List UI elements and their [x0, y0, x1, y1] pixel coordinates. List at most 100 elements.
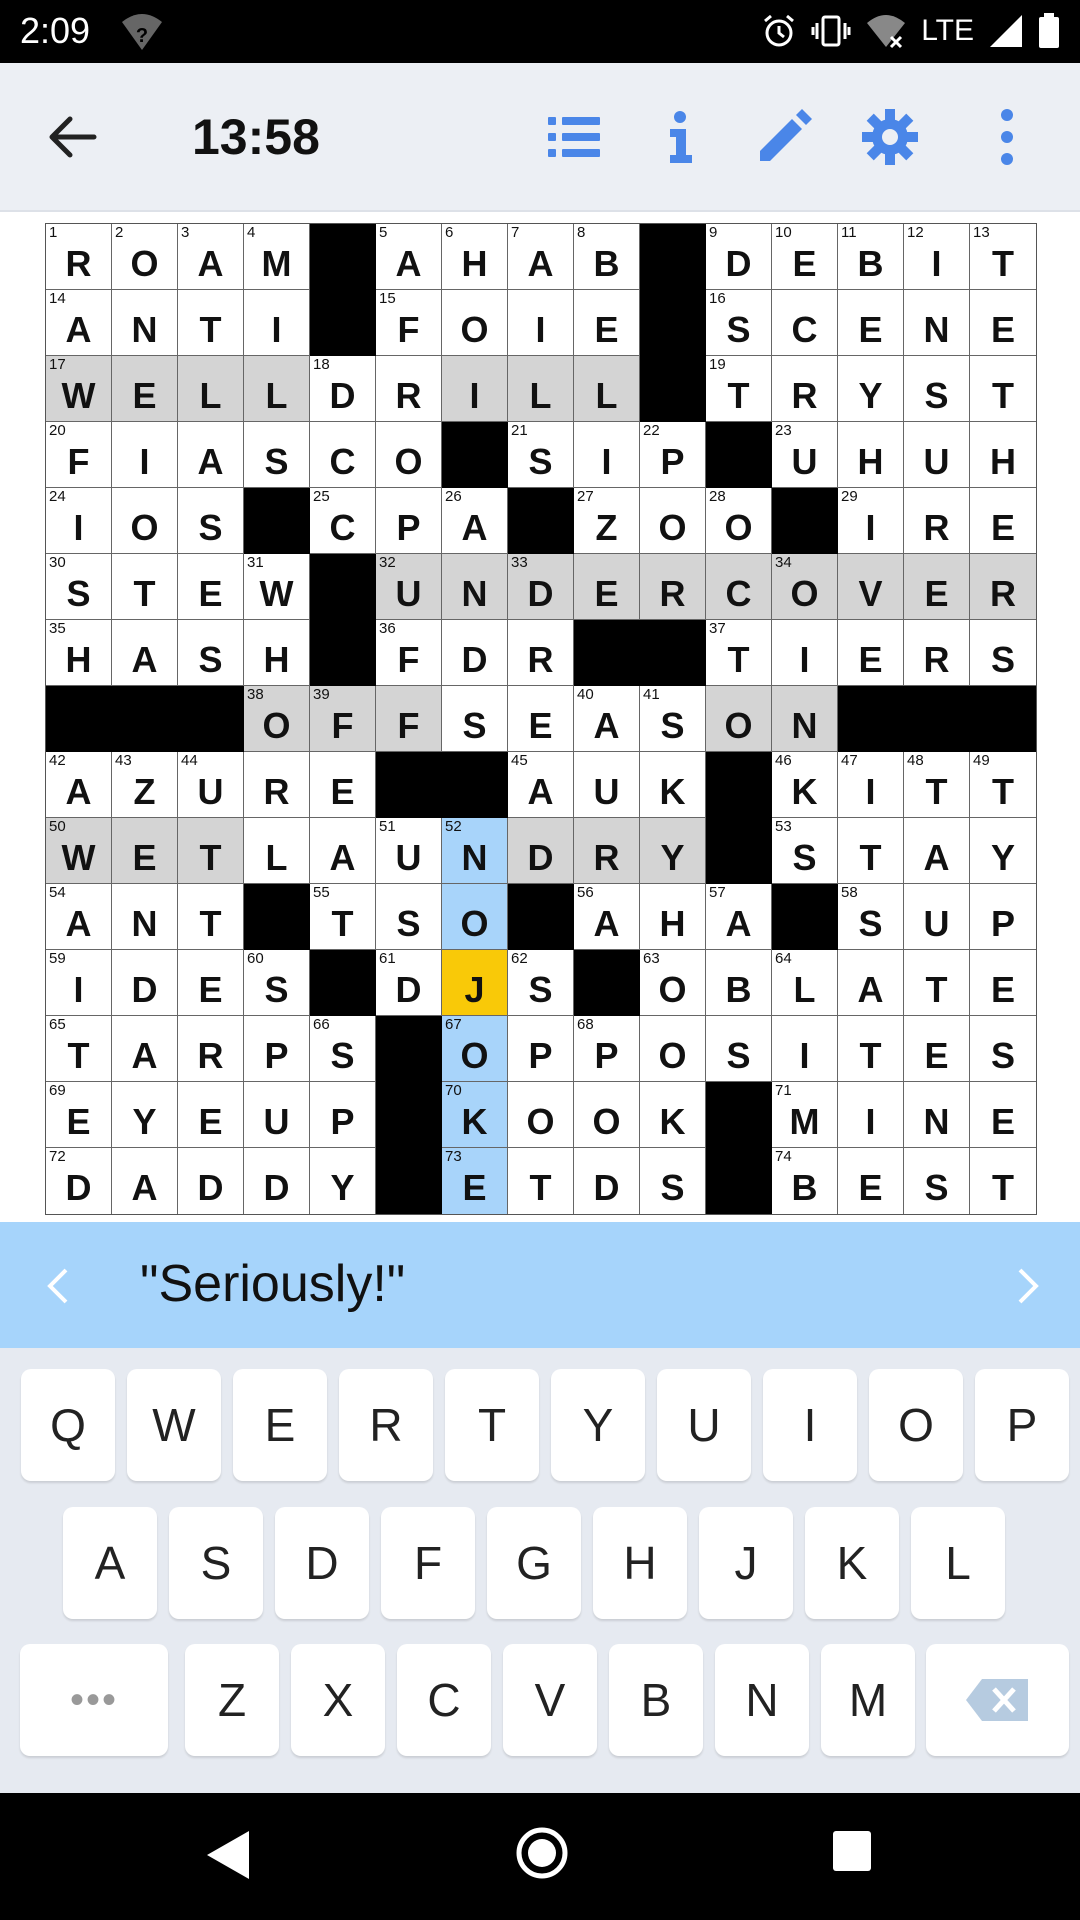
grid-cell[interactable]: A: [112, 1016, 178, 1082]
key-b[interactable]: B: [609, 1644, 703, 1756]
key-k[interactable]: K: [805, 1507, 899, 1619]
grid-cell[interactable]: 14 A: [46, 290, 112, 356]
grid-cell[interactable]: 33 D: [508, 554, 574, 620]
grid-cell[interactable]: 35 H: [46, 620, 112, 686]
grid-cell[interactable]: E: [178, 950, 244, 1016]
grid-cell[interactable]: 38 O: [244, 686, 310, 752]
grid-cell[interactable]: 54 A: [46, 884, 112, 950]
grid-cell[interactable]: D: [574, 1148, 640, 1214]
grid-cell[interactable]: L: [574, 356, 640, 422]
grid-cell[interactable]: S: [706, 1016, 772, 1082]
key-j[interactable]: J: [699, 1507, 793, 1619]
grid-cell[interactable]: N: [442, 554, 508, 620]
grid-cell[interactable]: I: [574, 422, 640, 488]
grid-cell[interactable]: A: [112, 1148, 178, 1214]
grid-cell[interactable]: 69 E: [46, 1082, 112, 1148]
grid-cell[interactable]: D: [508, 818, 574, 884]
grid-cell[interactable]: 1R: [46, 224, 112, 290]
grid-cell[interactable]: 53 S: [772, 818, 838, 884]
grid-cell[interactable]: 64 L: [772, 950, 838, 1016]
grid-cell[interactable]: S: [970, 620, 1036, 686]
grid-cell[interactable]: O: [442, 290, 508, 356]
grid-cell[interactable]: T: [178, 884, 244, 950]
grid-cell[interactable]: F: [376, 686, 442, 752]
grid-cell[interactable]: 13 T: [970, 224, 1036, 290]
grid-cell[interactable]: O: [640, 1016, 706, 1082]
grid-cell[interactable]: 61 D: [376, 950, 442, 1016]
grid-cell[interactable]: 44 U: [178, 752, 244, 818]
grid-cell[interactable]: I: [772, 620, 838, 686]
grid-cell[interactable]: R: [508, 620, 574, 686]
grid-cell[interactable]: P: [376, 488, 442, 554]
key-s[interactable]: S: [169, 1507, 263, 1619]
grid-cell[interactable]: R: [574, 818, 640, 884]
grid-cell[interactable]: H: [838, 422, 904, 488]
grid-cell[interactable]: K: [640, 752, 706, 818]
key-n[interactable]: N: [715, 1644, 809, 1756]
grid-cell[interactable]: U: [244, 1082, 310, 1148]
grid-cell[interactable]: 37 T: [706, 620, 772, 686]
backspace-button[interactable]: [926, 1644, 1069, 1756]
key-y[interactable]: Y: [551, 1369, 645, 1481]
grid-cell[interactable]: R: [772, 356, 838, 422]
grid-cell[interactable]: U: [904, 422, 970, 488]
grid-cell[interactable]: 24 I: [46, 488, 112, 554]
grid-cell[interactable]: 21 S: [508, 422, 574, 488]
grid-cell[interactable]: O: [640, 488, 706, 554]
grid-cell[interactable]: I: [772, 1016, 838, 1082]
grid-cell[interactable]: A: [178, 422, 244, 488]
grid-cell[interactable]: 55 T: [310, 884, 376, 950]
grid-cell[interactable]: E: [112, 356, 178, 422]
grid-cell[interactable]: P: [508, 1016, 574, 1082]
grid-cell[interactable]: B: [706, 950, 772, 1016]
grid-cell[interactable]: L: [244, 818, 310, 884]
grid-cell[interactable]: C: [772, 290, 838, 356]
grid-cell[interactable]: 23 U: [772, 422, 838, 488]
grid-cell[interactable]: T: [178, 290, 244, 356]
grid-cell[interactable]: 7A: [508, 224, 574, 290]
info-icon[interactable]: [648, 105, 712, 169]
grid-cell[interactable]: 73 E: [442, 1148, 508, 1214]
key-h[interactable]: H: [593, 1507, 687, 1619]
grid-cell[interactable]: O: [112, 488, 178, 554]
grid-cell[interactable]: I: [112, 422, 178, 488]
grid-cell[interactable]: N: [112, 290, 178, 356]
key-i[interactable]: I: [763, 1369, 857, 1481]
grid-cell[interactable]: H: [244, 620, 310, 686]
pencil-icon[interactable]: [752, 105, 816, 169]
grid-cell[interactable]: 9D: [706, 224, 772, 290]
grid-cell[interactable]: N: [904, 1082, 970, 1148]
grid-cell[interactable]: A: [838, 950, 904, 1016]
grid-cell[interactable]: 47 I: [838, 752, 904, 818]
grid-cell[interactable]: A: [904, 818, 970, 884]
grid-cell[interactable]: 42 A: [46, 752, 112, 818]
grid-cell[interactable]: I: [244, 290, 310, 356]
grid-cell[interactable]: T: [904, 950, 970, 1016]
grid-cell[interactable]: 26 A: [442, 488, 508, 554]
grid-cell[interactable]: R: [376, 356, 442, 422]
grid-cell[interactable]: E: [178, 554, 244, 620]
grid-cell[interactable]: H: [640, 884, 706, 950]
grid-cell[interactable]: E: [904, 554, 970, 620]
grid-cell[interactable]: E: [970, 950, 1036, 1016]
next-clue-chevron-icon[interactable]: [1012, 1262, 1046, 1310]
grid-cell[interactable]: Y: [838, 356, 904, 422]
grid-cell[interactable]: 41 S: [640, 686, 706, 752]
key-q[interactable]: Q: [21, 1369, 115, 1481]
key-r[interactable]: R: [339, 1369, 433, 1481]
grid-cell[interactable]: N: [112, 884, 178, 950]
more-vert-icon[interactable]: [975, 105, 1039, 169]
grid-cell[interactable]: S: [442, 686, 508, 752]
key-v[interactable]: V: [503, 1644, 597, 1756]
grid-cell[interactable]: 28 O: [706, 488, 772, 554]
grid-cell[interactable]: T: [508, 1148, 574, 1214]
grid-cell[interactable]: 27 Z: [574, 488, 640, 554]
grid-cell[interactable]: U: [574, 752, 640, 818]
key-l[interactable]: L: [911, 1507, 1005, 1619]
grid-cell[interactable]: J: [442, 950, 508, 1016]
key-w[interactable]: W: [127, 1369, 221, 1481]
key-d[interactable]: D: [275, 1507, 369, 1619]
grid-cell[interactable]: E: [508, 686, 574, 752]
grid-cell[interactable]: 63 O: [640, 950, 706, 1016]
grid-cell[interactable]: Y: [640, 818, 706, 884]
